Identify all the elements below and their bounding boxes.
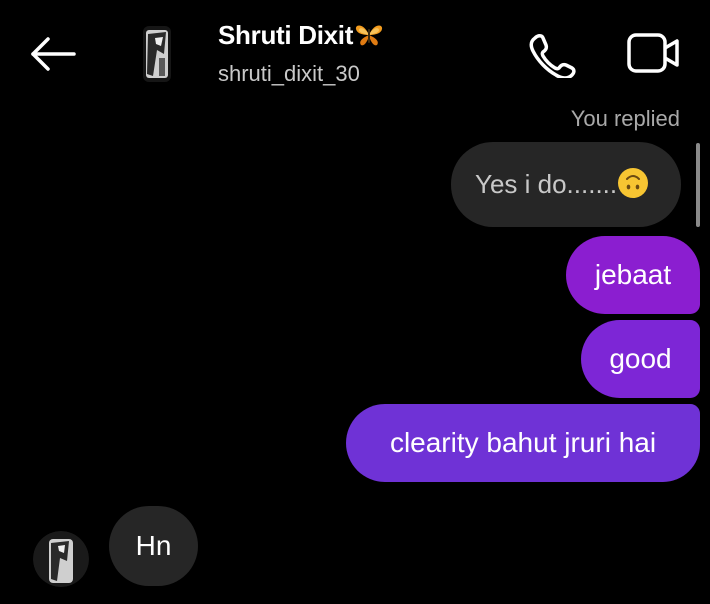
back-arrow-icon[interactable] [28, 34, 78, 74]
sent-message-bubble[interactable]: good [581, 320, 700, 398]
sent-message-bubble[interactable]: jebaat [566, 236, 700, 314]
received-message-text: Hn [135, 530, 172, 561]
upside-down-face-emoji-icon [618, 168, 649, 198]
sender-avatar[interactable] [33, 531, 89, 587]
butterfly-icon [356, 25, 383, 46]
sent-message-text: good [609, 343, 672, 374]
profile-avatar[interactable] [133, 24, 181, 84]
received-message-bubble[interactable]: Hn [109, 506, 198, 586]
phone-icon[interactable] [526, 30, 578, 78]
reply-label: You replied [570, 106, 680, 131]
contact-name[interactable]: Shruti Dixit [218, 20, 384, 51]
video-call-icon[interactable] [626, 31, 680, 75]
sent-message-bubble[interactable]: clearity bahut jruri hai [346, 404, 700, 482]
replied-message-bubble[interactable]: Yes i do....... [451, 142, 681, 227]
chat-header: Shruti Dixit shruti_dixit_30 [0, 0, 710, 110]
scrollbar[interactable] [696, 143, 700, 227]
replied-message-text: Yes i do....... [475, 169, 618, 199]
sent-message-text: clearity bahut jruri hai [389, 427, 657, 458]
contact-username[interactable]: shruti_dixit_30 [218, 61, 360, 87]
sent-message-text: jebaat [594, 259, 672, 290]
